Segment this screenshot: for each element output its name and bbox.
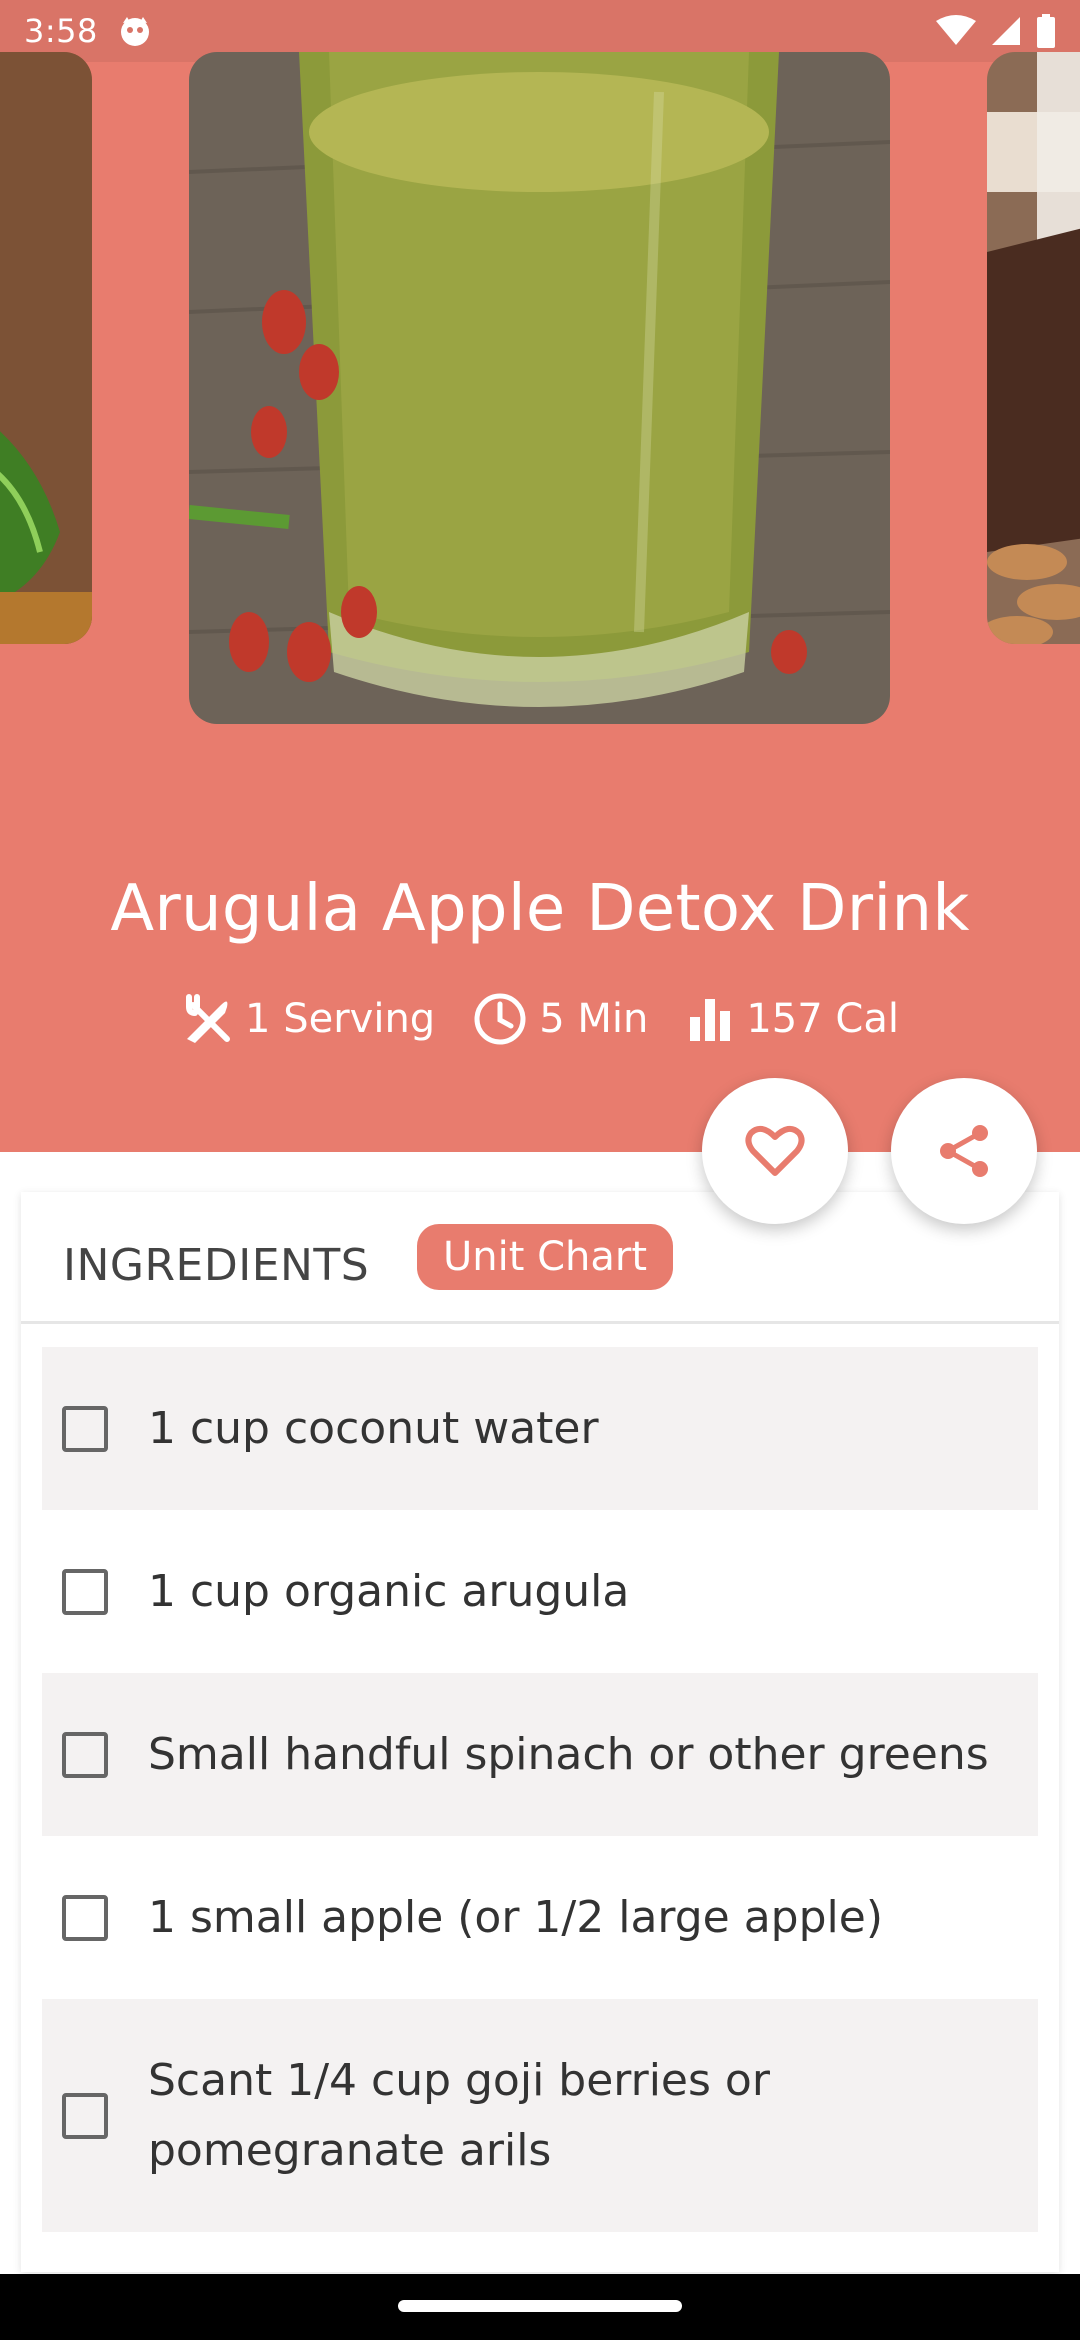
stat-time: 5 Min [473,992,648,1046]
app-notification-icon [120,17,149,46]
share-button[interactable] [891,1078,1037,1224]
stat-calories-label: 157 Cal [746,996,899,1042]
system-nav-bar [0,2274,1080,2340]
ingredient-row[interactable]: 1 small apple (or 1/2 large apple) [42,1836,1038,1999]
wifi-icon [936,15,976,45]
tabs-row: INGREDIENTS Unit Chart [21,1192,1059,1324]
stat-calories: 157 Cal [686,995,899,1043]
stat-servings-label: 1 Serving [245,996,436,1042]
ingredient-checkbox[interactable] [62,2092,108,2139]
utensils-icon [186,994,231,1043]
ingredient-checkbox[interactable] [62,1731,108,1778]
ingredient-text: 1 cup organic arugula [148,1565,630,1617]
heart-icon [745,1125,805,1176]
tab-unit-chart[interactable]: Unit Chart [417,1224,673,1290]
ingredient-text: Scant 1/4 cup goji berries or pomegranat… [148,2054,770,2176]
recipe-screen: 3:58 Arugula Apple Detox Drink 1 Serving… [0,0,1080,2340]
ingredient-text: 1 small apple (or 1/2 large apple) [148,1891,884,1943]
status-time: 3:58 [24,12,98,50]
recipe-header: Arugula Apple Detox Drink 1 Serving 5 Mi… [0,52,1080,1152]
tab-ingredients[interactable]: INGREDIENTS [63,1240,369,1291]
carousel-image-previous[interactable] [0,52,92,644]
carousel-image-next[interactable] [987,52,1080,644]
bar-chart-icon [690,999,731,1041]
ingredient-list: 1 cup coconut water 1 cup organic arugul… [42,1347,1038,2232]
status-icons [936,14,1056,48]
ingredient-text: Small handful spinach or other greens [148,1728,989,1780]
ingredient-checkbox[interactable] [62,1405,108,1452]
favorite-button[interactable] [702,1078,848,1224]
ingredient-text: 1 cup coconut water [148,1402,599,1454]
signal-icon [992,17,1020,45]
ingredients-card: INGREDIENTS Unit Chart 1 cup coconut wat… [21,1192,1059,2272]
home-gesture-handle[interactable] [398,2300,682,2312]
recipe-title: Arugula Apple Detox Drink [110,872,970,946]
carousel-image-current[interactable] [189,52,890,724]
ingredient-row[interactable]: 1 cup coconut water [42,1347,1038,1510]
ingredient-checkbox[interactable] [62,1894,108,1941]
clock-icon [474,993,526,1045]
ingredient-checkbox[interactable] [62,1568,108,1615]
stat-time-label: 5 Min [539,996,649,1042]
stat-servings: 1 Serving [181,993,435,1045]
battery-icon [1037,14,1055,48]
ingredient-row[interactable]: 1 cup organic arugula [42,1510,1038,1673]
ingredient-row[interactable]: Scant 1/4 cup goji berries or pomegranat… [42,1999,1038,2232]
recipe-stats: 1 Serving 5 Min 157 Cal [0,992,1080,1046]
ingredient-row[interactable]: Small handful spinach or other greens [42,1673,1038,1836]
share-icon [940,1125,988,1177]
